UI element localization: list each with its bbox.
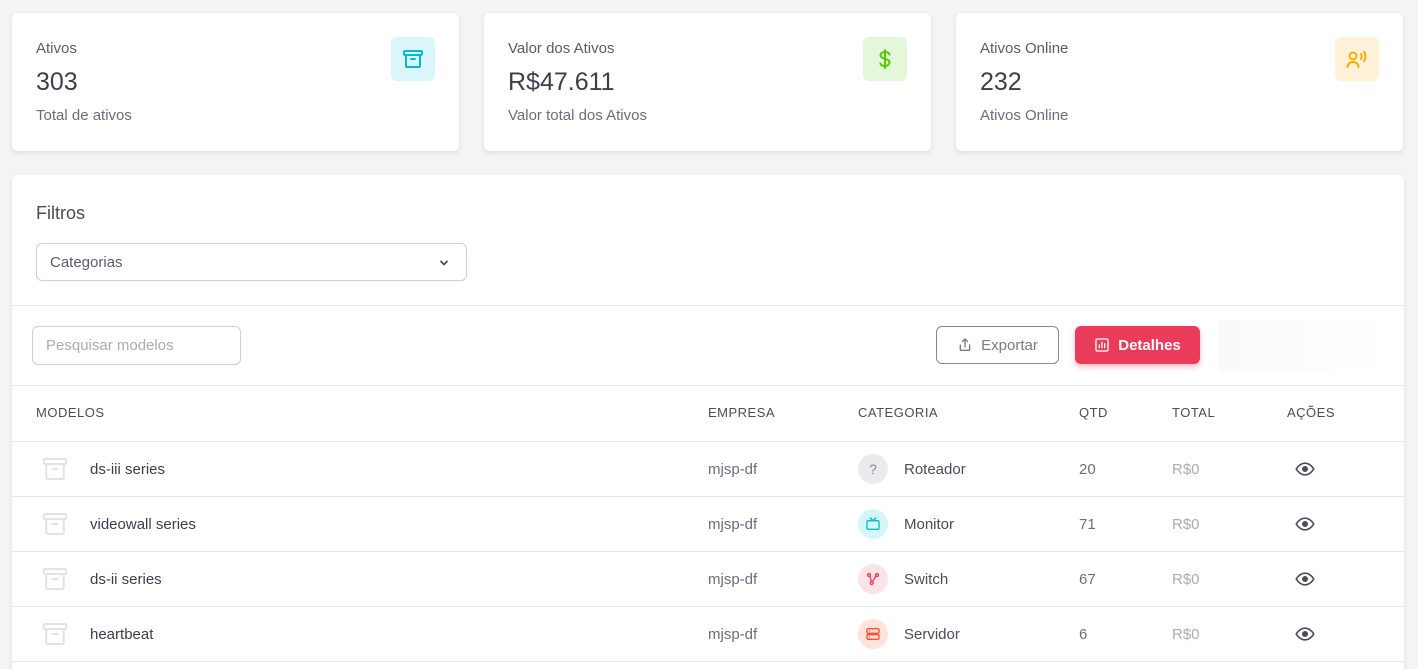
table-row: ds-iii series mjsp-df ? Roteador 20 R$0 xyxy=(12,441,1404,496)
divider xyxy=(12,385,1404,386)
details-button[interactable]: Detalhes xyxy=(1075,326,1200,364)
total: R$0 xyxy=(1172,626,1200,643)
models-panel: Filtros Categorias Exportar Detalhes MOD… xyxy=(12,175,1404,669)
qty: 71 xyxy=(1079,516,1096,533)
header-models: MODELOS xyxy=(36,405,105,420)
qty: 67 xyxy=(1079,571,1096,588)
export-button[interactable]: Exportar xyxy=(936,326,1059,364)
header-qty: QTD xyxy=(1079,405,1108,420)
filters-title: Filtros xyxy=(36,203,85,223)
stat-subtitle: Ativos Online xyxy=(980,107,1069,124)
divider xyxy=(12,305,1404,306)
stat-label: Valor dos Ativos xyxy=(508,40,615,57)
company: mjsp-df xyxy=(708,461,758,478)
stat-value: 232 xyxy=(980,68,1022,96)
model-name: ds-ii series xyxy=(90,571,162,588)
upload-icon xyxy=(959,338,971,351)
toolbar-placeholder xyxy=(1218,320,1388,372)
company: mjsp-df xyxy=(708,626,758,643)
category-select[interactable]: Categorias xyxy=(36,243,467,281)
server-icon xyxy=(858,619,888,649)
search-input[interactable] xyxy=(32,326,241,365)
category-name: Servidor xyxy=(904,626,960,643)
model-name: heartbeat xyxy=(90,626,154,643)
model-name: videowall series xyxy=(90,516,196,533)
eye-icon[interactable] xyxy=(1295,571,1315,592)
question-icon: ? xyxy=(858,454,888,484)
archive-icon xyxy=(40,564,70,599)
total: R$0 xyxy=(1172,571,1200,588)
category-name: Switch xyxy=(904,571,949,588)
table-row: ds-ii series mjsp-df Switch 67 R$0 xyxy=(12,551,1404,606)
category-name: Monitor xyxy=(904,516,955,533)
stat-label: Ativos Online xyxy=(980,40,1069,57)
category-select-value: Categorias xyxy=(50,253,123,271)
archive-icon xyxy=(40,454,70,489)
qty: 20 xyxy=(1079,461,1096,478)
stat-value: R$47.611 xyxy=(508,68,615,96)
archive-icon xyxy=(40,509,70,544)
details-label: Detalhes xyxy=(1118,336,1181,354)
category-name: Roteador xyxy=(904,461,966,478)
header-company: EMPRESA xyxy=(708,405,776,420)
total: R$0 xyxy=(1172,516,1200,533)
stat-subtitle: Total de ativos xyxy=(36,107,132,124)
divider xyxy=(12,661,1404,662)
stat-subtitle: Valor total dos Ativos xyxy=(508,107,647,124)
header-total: TOTAL xyxy=(1172,405,1216,420)
table-row: videowall series mjsp-df Monitor 71 R$0 xyxy=(12,496,1404,551)
company: mjsp-df xyxy=(708,516,758,533)
network-icon xyxy=(858,564,888,594)
eye-icon[interactable] xyxy=(1295,461,1315,482)
company: mjsp-df xyxy=(708,571,758,588)
stat-card-valor: Valor dos Ativos R$47.611 Valor total do… xyxy=(484,13,931,151)
eye-icon[interactable] xyxy=(1295,626,1315,647)
tv-icon xyxy=(858,509,888,539)
dollar-icon xyxy=(863,37,907,81)
table-row: heartbeat mjsp-df Servidor 6 R$0 xyxy=(12,606,1404,661)
header-actions: AÇÕES xyxy=(1287,405,1336,420)
archive-icon xyxy=(40,619,70,654)
stat-card-online: Ativos Online 232 Ativos Online xyxy=(956,13,1403,151)
archive-icon xyxy=(391,37,435,81)
export-label: Exportar xyxy=(981,336,1038,354)
stat-card-ativos: Ativos 303 Total de ativos xyxy=(12,13,459,151)
qty: 6 xyxy=(1079,626,1088,643)
stat-value: 303 xyxy=(36,68,78,96)
header-category: CATEGORIA xyxy=(858,405,939,420)
stat-label: Ativos xyxy=(36,40,77,57)
chevron-down-icon xyxy=(438,256,450,273)
total: R$0 xyxy=(1172,461,1200,478)
chart-bar-icon xyxy=(1095,338,1109,352)
user-voice-icon xyxy=(1335,37,1379,81)
eye-icon[interactable] xyxy=(1295,516,1315,537)
model-name: ds-iii series xyxy=(90,461,166,478)
